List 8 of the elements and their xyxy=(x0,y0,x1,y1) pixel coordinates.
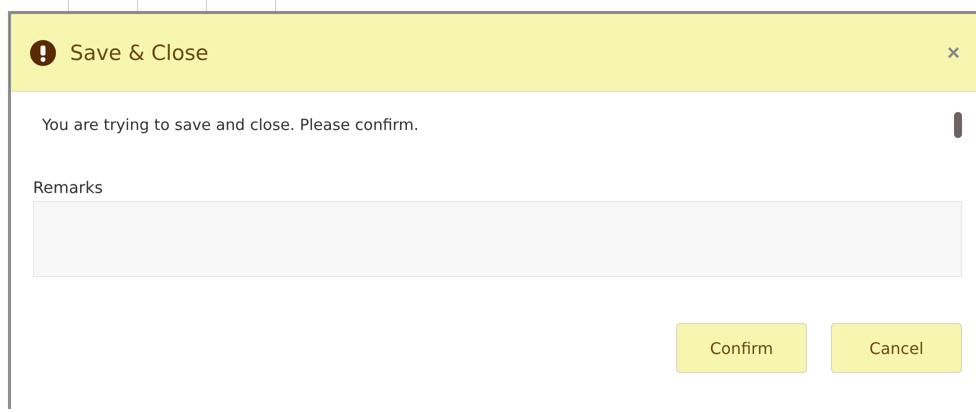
remarks-field[interactable] xyxy=(33,201,962,277)
confirm-button[interactable]: Confirm xyxy=(676,323,807,373)
warning-icon xyxy=(30,40,56,66)
cancel-button[interactable]: Cancel xyxy=(831,323,962,373)
message-text: You are trying to save and close. Please confirm. xyxy=(42,116,419,134)
remarks-label: Remarks xyxy=(33,178,104,197)
scrollbar-thumb[interactable] xyxy=(954,112,962,138)
dialog-title: Save & Close xyxy=(70,40,210,64)
